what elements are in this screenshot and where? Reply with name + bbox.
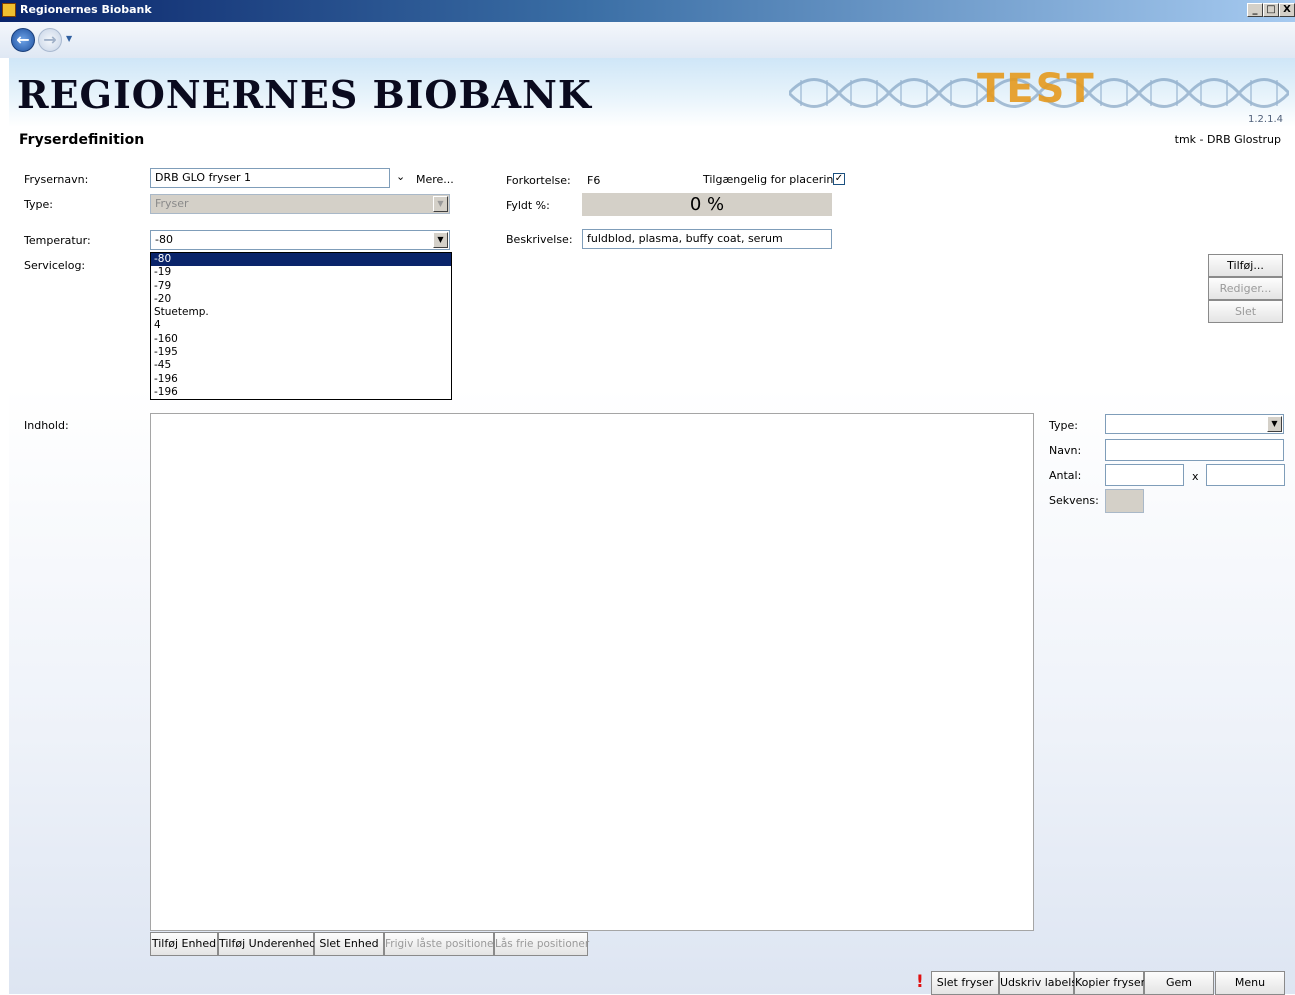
delete-unit-button[interactable]: Slet Enhed bbox=[314, 932, 384, 956]
forward-arrow-icon[interactable]: → bbox=[38, 28, 62, 52]
navigation-bar: ← → ▼ bbox=[0, 22, 1295, 58]
forkortelse-value: F6 bbox=[587, 174, 601, 187]
fyldt-label: Fyldt %: bbox=[506, 199, 550, 212]
temperatur-option[interactable]: Stuetemp. bbox=[151, 306, 451, 319]
antal-x-label: x bbox=[1192, 470, 1199, 483]
back-arrow-icon[interactable]: ← bbox=[11, 28, 35, 52]
print-labels-button[interactable]: Udskriv labels bbox=[999, 971, 1077, 995]
servicelog-edit-button[interactable]: Rediger... bbox=[1208, 277, 1283, 300]
brand-title: REGIONERNES BIOBANK bbox=[17, 72, 592, 117]
content-sekvens-input[interactable] bbox=[1105, 489, 1144, 513]
dropdown-arrow-icon[interactable]: ▼ bbox=[433, 232, 448, 248]
maximize-button[interactable]: □ bbox=[1263, 3, 1279, 17]
content-navn-input[interactable] bbox=[1105, 439, 1284, 461]
tilgaengelig-label: Tilgængelig for placering: bbox=[703, 173, 845, 186]
delete-freezer-button[interactable]: Slet fryser bbox=[931, 971, 999, 995]
indhold-tree-area[interactable] bbox=[150, 413, 1034, 931]
temperatur-option[interactable]: -19 bbox=[151, 266, 451, 279]
content-type-label: Type: bbox=[1049, 419, 1078, 432]
window-title: Regionernes Biobank bbox=[20, 3, 152, 16]
indhold-label: Indhold: bbox=[24, 419, 69, 432]
temperatur-option[interactable]: -195 bbox=[151, 346, 451, 359]
temperatur-dropdown-list[interactable]: -80 -19 -79 -20 Stuetemp. 4 -160 -195 -45 -196 -19… bbox=[150, 252, 452, 400]
type-select[interactable]: Fryser ▼ bbox=[150, 194, 450, 214]
temperatur-option[interactable]: -196 bbox=[151, 386, 451, 399]
version-label: 1.2.1.4 bbox=[1248, 114, 1283, 125]
mere-link[interactable]: Mere... bbox=[416, 173, 454, 186]
window-titlebar: Regionernes Biobank _ □ X bbox=[0, 0, 1295, 22]
history-dropdown-icon[interactable]: ▼ bbox=[66, 34, 72, 43]
lock-free-positions-button[interactable]: Lås frie positioner bbox=[494, 932, 589, 956]
content-antal-input-2[interactable] bbox=[1206, 464, 1285, 486]
beskrivelse-input[interactable]: fuldblod, plasma, buffy coat, serum bbox=[582, 229, 832, 249]
temperatur-option[interactable]: 4 bbox=[151, 319, 451, 332]
beskrivelse-label: Beskrivelse: bbox=[506, 233, 573, 246]
close-button[interactable]: X bbox=[1279, 3, 1295, 17]
menu-button[interactable]: Menu bbox=[1215, 971, 1285, 995]
servicelog-add-button[interactable]: Tilføj... bbox=[1208, 254, 1283, 277]
frysernavn-input[interactable]: DRB GLO fryser 1 bbox=[150, 168, 390, 188]
warning-icon: ! bbox=[916, 972, 924, 992]
chevron-down-icon[interactable]: ⌄ bbox=[396, 170, 405, 183]
dropdown-arrow-icon[interactable]: ▼ bbox=[433, 196, 448, 212]
minimize-button[interactable]: _ bbox=[1247, 3, 1263, 17]
temperatur-select[interactable]: -80 ▼ bbox=[150, 230, 450, 250]
add-subunit-button[interactable]: Tilføj Underenhed bbox=[218, 932, 316, 956]
save-button[interactable]: Gem bbox=[1144, 971, 1214, 995]
temperatur-option[interactable]: -80 bbox=[151, 253, 451, 267]
tilgaengelig-checkbox[interactable]: ✓ bbox=[833, 173, 845, 185]
type-select-value: Fryser bbox=[155, 197, 189, 210]
page-title: Fryserdefinition bbox=[19, 132, 145, 148]
temperatur-option[interactable]: -20 bbox=[151, 293, 451, 306]
content-antal-input-1[interactable] bbox=[1105, 464, 1184, 486]
temperatur-option[interactable]: -45 bbox=[151, 359, 451, 372]
type-label: Type: bbox=[24, 198, 53, 211]
temperatur-option[interactable]: -160 bbox=[151, 333, 451, 346]
temperatur-label: Temperatur: bbox=[24, 234, 91, 247]
content-antal-label: Antal: bbox=[1049, 469, 1082, 482]
copy-freezer-button[interactable]: Kopier fryser bbox=[1074, 971, 1145, 995]
frysernavn-label: Frysernavn: bbox=[24, 173, 89, 186]
user-info: tmk - DRB Glostrup bbox=[1174, 133, 1281, 146]
servicelog-label: Servicelog: bbox=[24, 259, 86, 272]
app-icon bbox=[2, 3, 16, 17]
content-type-select[interactable]: ▼ bbox=[1105, 414, 1284, 434]
header-banner: REGIONERNES BIOBANK TEST 1.2.1.4 bbox=[9, 58, 1295, 127]
content-navn-label: Navn: bbox=[1049, 444, 1082, 457]
test-watermark: TEST bbox=[977, 66, 1096, 112]
dropdown-arrow-icon[interactable]: ▼ bbox=[1267, 416, 1282, 432]
servicelog-delete-button[interactable]: Slet bbox=[1208, 300, 1283, 323]
temperatur-select-value: -80 bbox=[155, 233, 173, 246]
temperatur-option[interactable]: -79 bbox=[151, 280, 451, 293]
temperatur-option[interactable]: -196 bbox=[151, 373, 451, 386]
release-locked-positions-button[interactable]: Frigiv låste positioner bbox=[384, 932, 498, 956]
fyldt-value: 0 % bbox=[582, 193, 832, 216]
content-sekvens-label: Sekvens: bbox=[1049, 494, 1099, 507]
add-unit-button[interactable]: Tilføj Enhed bbox=[150, 932, 218, 956]
forkortelse-label: Forkortelse: bbox=[506, 174, 571, 187]
